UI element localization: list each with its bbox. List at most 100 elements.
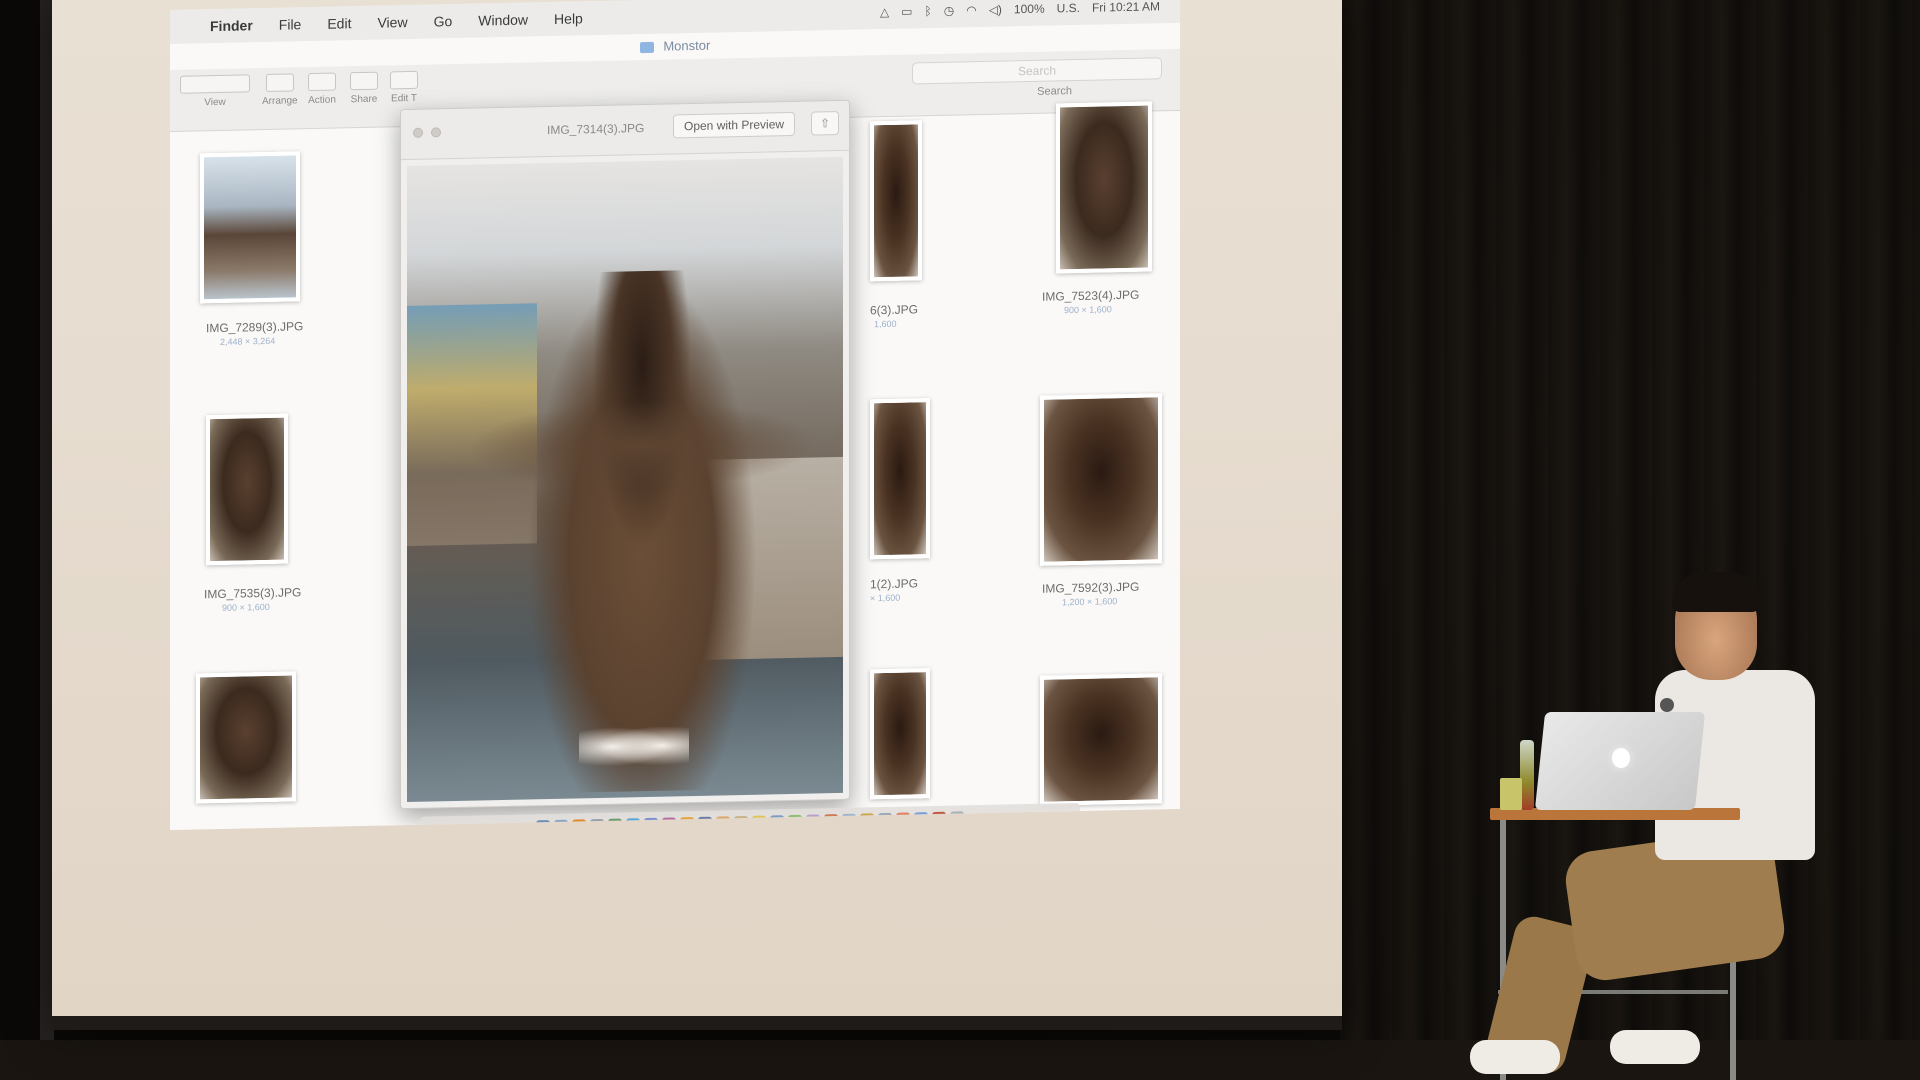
costume-feet: [579, 720, 689, 773]
app-dock-icon[interactable]: [896, 812, 910, 827]
bluetooth-icon[interactable]: ᛒ: [925, 4, 932, 18]
app-dock-icon[interactable]: [770, 815, 784, 830]
app-dock-icon[interactable]: [716, 816, 730, 831]
window-title-text: Monstor: [663, 37, 711, 54]
airplay-icon[interactable]: ▭: [901, 4, 912, 18]
app-dock-icon[interactable]: [932, 811, 946, 827]
file-name[interactable]: IMG_7592(3).JPG: [1042, 580, 1139, 596]
presenter-shoe: [1470, 1040, 1560, 1074]
edit-tags-button[interactable]: Edit T: [390, 70, 418, 105]
volume-icon[interactable]: ◁): [989, 3, 1002, 17]
menu-help[interactable]: Help: [554, 10, 583, 27]
input-source[interactable]: U.S.: [1057, 1, 1080, 15]
app-dock-icon[interactable]: [914, 812, 928, 827]
menu-edit[interactable]: Edit: [327, 15, 351, 32]
thumbnail-partial[interactable]: [870, 668, 930, 800]
app-dock-icon[interactable]: [608, 818, 622, 831]
file-dimensions: 2,448 × 3,264: [220, 335, 276, 347]
thumbnail-img-7535[interactable]: [206, 413, 288, 566]
monster-costume-photo: [407, 156, 843, 803]
file-dimensions: 900 × 1,600: [1064, 304, 1112, 316]
apple-menu-icon[interactable]: [170, 26, 210, 27]
chrome-dock-icon[interactable]: [752, 815, 766, 830]
file-dimensions: 900 × 1,600: [222, 601, 270, 613]
thumbnail-img-7289[interactable]: [200, 151, 300, 304]
furry-monster-costume: [527, 268, 757, 794]
presenter-hair: [1672, 572, 1760, 612]
share-label: Share: [350, 93, 378, 106]
quick-look-toolbar: IMG_7314(3).JPG Open with Preview ⇧: [401, 100, 849, 161]
action-label: Action: [308, 94, 336, 107]
dropbox-icon[interactable]: △: [880, 5, 889, 19]
edit-label: Edit T: [391, 92, 417, 105]
open-with-preview-button[interactable]: Open with Preview: [673, 111, 796, 139]
folder-icon: [639, 41, 654, 54]
app-dock-icon[interactable]: [860, 813, 874, 828]
arrange-icon: [265, 73, 294, 92]
wifi-icon[interactable]: ◠: [966, 3, 976, 17]
app-dock-icon[interactable]: [734, 815, 748, 831]
mac-desktop: Finder File Edit View Go Window Help △ ▭…: [170, 0, 1180, 831]
presenter-shoe: [1610, 1030, 1700, 1064]
view-button[interactable]: View: [180, 74, 250, 108]
app-dock-icon[interactable]: [662, 817, 676, 831]
file-dimensions: 1,600: [874, 318, 897, 330]
arrange-button[interactable]: Arrange: [262, 73, 298, 107]
lecture-hall: Finder File Edit View Go Window Help △ ▭…: [0, 0, 1920, 1080]
quick-look-window: IMG_7314(3).JPG Open with Preview ⇧: [400, 99, 850, 810]
menu-go[interactable]: Go: [434, 13, 453, 29]
thumbnail-partial[interactable]: [870, 398, 930, 560]
file-name[interactable]: IMG_7289(3).JPG: [206, 319, 303, 335]
fullscreen-icon[interactable]: [431, 127, 441, 138]
action-button[interactable]: Action: [308, 72, 336, 107]
view-mode-icon: [180, 74, 250, 94]
window-controls: [413, 127, 441, 138]
share-icon[interactable]: ⇧: [811, 110, 839, 136]
battery-percent[interactable]: 100%: [1014, 2, 1045, 17]
app-dock-icon[interactable]: [680, 817, 694, 831]
view-label: View: [204, 96, 226, 109]
menu-file[interactable]: File: [279, 16, 302, 32]
drink-cup: [1500, 778, 1522, 810]
close-window-icon[interactable]: [413, 127, 423, 138]
apple-logo-icon: [1612, 748, 1630, 768]
file-name[interactable]: IMG_7523(4).JPG: [1042, 288, 1139, 304]
app-dock-icon[interactable]: [590, 818, 604, 831]
file-name[interactable]: 6(3).JPG: [870, 302, 918, 317]
menu-view[interactable]: View: [377, 14, 407, 31]
tag-icon: [390, 70, 418, 90]
app-dock-icon[interactable]: [806, 814, 820, 829]
share-icon: [350, 71, 378, 91]
search-input[interactable]: Search: [912, 57, 1162, 85]
launchpad-dock-icon[interactable]: [554, 819, 568, 831]
thumbnail-img-7523[interactable]: [1056, 101, 1152, 274]
trash-dock-icon[interactable]: [950, 811, 964, 826]
file-dimensions: 1,200 × 1,600: [1062, 596, 1118, 608]
share-button[interactable]: Share: [350, 71, 378, 106]
finder-window: Monstor View Arrange Action Share Edit T…: [170, 22, 1180, 831]
app-dock-icon[interactable]: [698, 816, 712, 831]
vlc-dock-icon[interactable]: [572, 819, 586, 831]
water-bottle: [1520, 740, 1534, 810]
thumbnail[interactable]: [1040, 673, 1162, 806]
app-dock-icon[interactable]: [878, 812, 892, 828]
file-dimensions: × 1,600: [870, 592, 901, 604]
thumbnail[interactable]: [196, 671, 296, 804]
menu-window[interactable]: Window: [478, 11, 528, 28]
quick-look-title: IMG_7314(3).JPG: [547, 121, 645, 138]
file-name[interactable]: IMG_7535(3).JPG: [204, 585, 301, 601]
skype-dock-icon[interactable]: [626, 818, 640, 831]
finder-dock-icon[interactable]: [536, 820, 550, 831]
clock[interactable]: Fri 10:21 AM: [1092, 0, 1160, 15]
app-dock-icon[interactable]: [788, 814, 802, 830]
thumbnail-partial[interactable]: [870, 120, 922, 282]
menu-finder[interactable]: Finder: [210, 17, 253, 34]
app-dock-icon[interactable]: [842, 813, 856, 828]
thumbnail-img-7592[interactable]: [1040, 393, 1162, 566]
file-name[interactable]: 1(2).JPG: [870, 576, 918, 591]
app-dock-icon[interactable]: [824, 814, 838, 829]
arrange-label: Arrange: [262, 95, 298, 108]
time-machine-icon[interactable]: ◷: [944, 4, 954, 18]
projection-screen: Finder File Edit View Go Window Help △ ▭…: [52, 0, 1342, 1030]
safari-dock-icon[interactable]: [644, 817, 658, 831]
